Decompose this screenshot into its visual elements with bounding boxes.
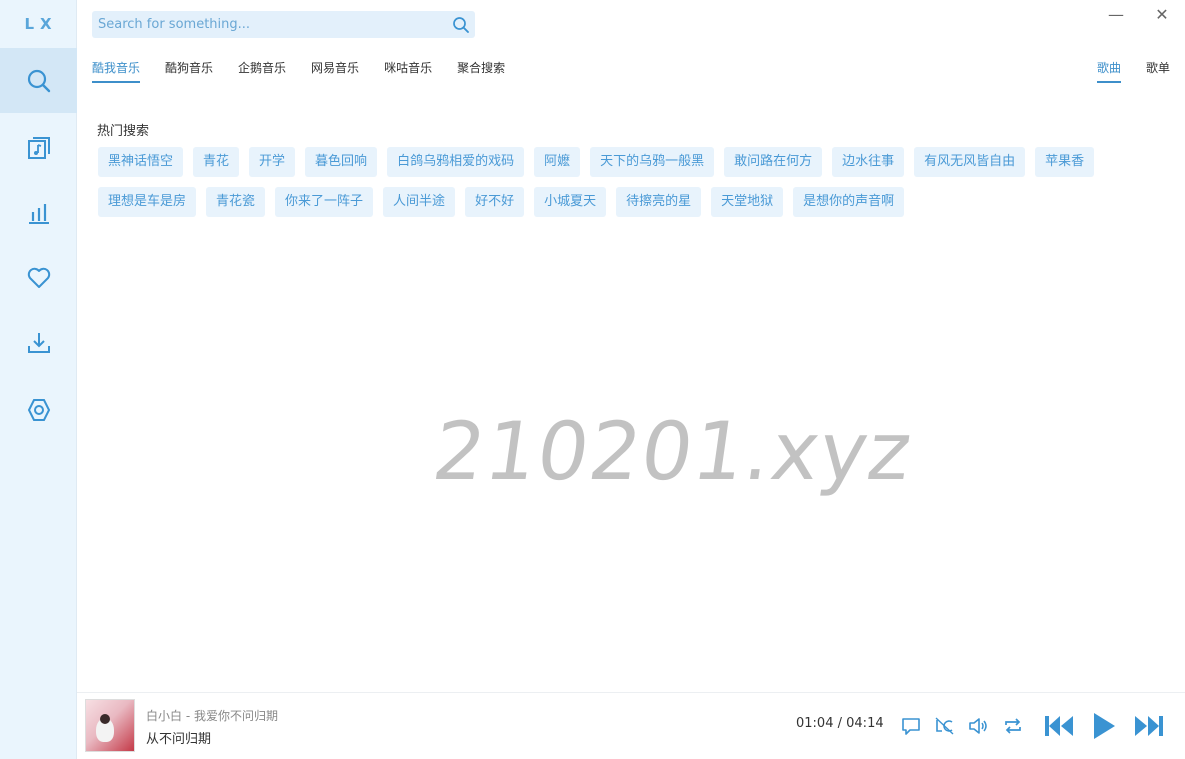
close-button[interactable]: ✕ [1150,4,1174,24]
tab-netease[interactable]: 网易音乐 [311,59,359,83]
repeat-mode-button[interactable] [1001,714,1025,738]
skip-next-icon [1135,716,1163,736]
hot-tag[interactable]: 好不好 [465,187,525,217]
cover-figure-head [100,714,110,724]
next-button[interactable] [1133,711,1165,741]
hot-tag[interactable]: 你来了一阵子 [275,187,374,217]
tab-qq[interactable]: 企鹅音乐 [238,59,286,83]
sidebar: LX [0,0,77,759]
heart-icon [27,267,50,288]
skip-previous-icon [1045,716,1073,736]
play-time: 01:04 / 04:14 [796,716,884,731]
tab-songs[interactable]: 歌曲 [1096,59,1121,83]
tab-migu[interactable]: 咪咕音乐 [384,59,432,83]
previous-button[interactable] [1043,711,1075,741]
hot-tag[interactable]: 是想你的声音啊 [793,187,905,217]
hot-tag[interactable]: 苹果香 [1035,147,1095,177]
hot-tag[interactable]: 青花 [193,147,240,177]
album-cover[interactable] [85,699,135,752]
hot-tag[interactable]: 待擦亮的星 [616,187,702,217]
nav-search[interactable] [0,48,77,113]
hot-tag[interactable]: 天下的乌鸦一般黑 [590,147,715,177]
tab-aggregate[interactable]: 聚合搜索 [457,59,505,83]
download-icon [27,332,50,353]
hot-tag[interactable]: 人间半途 [383,187,456,217]
hot-tag[interactable]: 开学 [249,147,296,177]
hot-tag[interactable]: 边水往事 [832,147,905,177]
search-icon [27,69,50,92]
hot-tags-row-2: 理想是车是房 青花瓷 你来了一阵子 人间半途 好不好 小城夏天 待擦亮的星 天堂… [98,187,914,217]
volume-button[interactable] [966,714,990,738]
app-logo: LX [24,14,58,33]
minimize-button[interactable]: — [1104,4,1128,24]
time-separator: / [837,716,842,731]
tab-playlists[interactable]: 歌单 [1146,59,1170,83]
hot-tag[interactable]: 暮色回响 [305,147,378,177]
nav-song-list[interactable] [0,115,77,180]
search-bar [92,11,475,38]
repeat-icon [1005,718,1021,734]
settings-icon [27,398,50,421]
hot-tag[interactable]: 天堂地狱 [711,187,784,217]
nav-download[interactable] [0,310,77,375]
comment-button[interactable] [899,714,923,738]
song-artist-line: 白小白 - 我爱你不问归期 [146,709,278,723]
hot-tag[interactable]: 有风无风皆自由 [914,147,1026,177]
song-title: 从不问归期 [146,732,212,747]
music-list-icon [27,136,50,159]
hot-tag[interactable]: 理想是车是房 [98,187,197,217]
play-button[interactable] [1089,709,1119,743]
hot-tag[interactable]: 白鸽乌鸦相爱的戏码 [387,147,525,177]
search-input[interactable] [92,11,447,38]
hot-tags-row-1: 黑神话悟空 青花 开学 暮色回响 白鸽乌鸦相爱的戏码 阿嬷 天下的乌鸦一般黑 敢… [98,147,1104,177]
lyrics-toggle-button[interactable] [932,714,956,738]
tab-kugou[interactable]: 酷狗音乐 [165,59,213,83]
comment-icon [902,718,920,735]
nav-settings[interactable] [0,377,77,442]
bar-chart-icon [28,203,49,224]
watermark: 210201.xyz [427,405,919,498]
hot-tag[interactable]: 阿嬷 [534,147,581,177]
tab-kuwo[interactable]: 酷我音乐 [92,59,141,83]
player-bar: 白小白 - 我爱你不问归期 从不问归期 01:04 / 04:14 [77,692,1185,759]
lyrics-off-icon [935,717,954,735]
hot-search-title: 热门搜索 [97,124,150,139]
search-icon[interactable] [447,11,475,38]
play-icon [1094,713,1115,739]
hot-tag[interactable]: 黑神话悟空 [98,147,184,177]
hot-tag[interactable]: 青花瓷 [206,187,266,217]
result-type-tabs: 歌曲 歌单 [1072,59,1170,83]
nav-favorites[interactable] [0,245,77,310]
source-tabs: 酷我音乐 酷狗音乐 企鹅音乐 网易音乐 咪咕音乐 聚合搜索 [92,59,530,83]
total-time: 04:14 [846,716,884,731]
volume-icon [969,718,987,734]
hot-tag[interactable]: 小城夏天 [534,187,607,217]
nav-leaderboard[interactable] [0,180,77,245]
hot-tag[interactable]: 敢问路在何方 [724,147,823,177]
current-time: 01:04 [796,716,834,731]
